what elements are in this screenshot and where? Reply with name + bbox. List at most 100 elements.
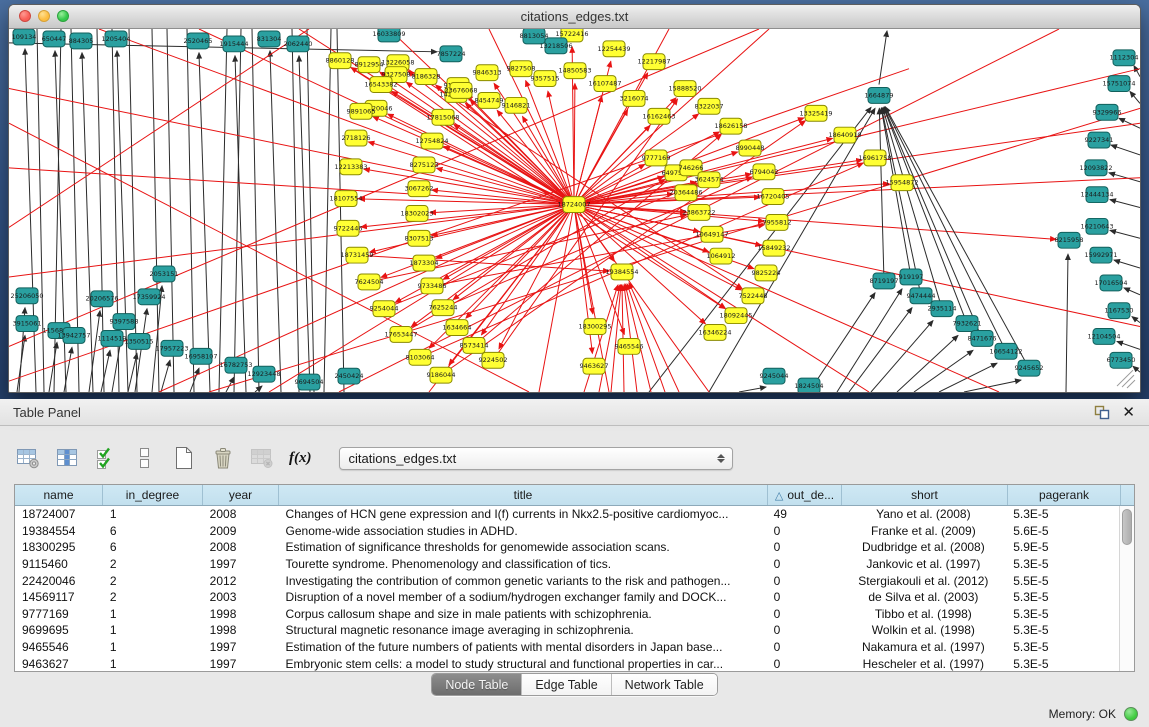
graph-node[interactable]: 3067262 bbox=[405, 181, 434, 197]
graph-node[interactable]: 9227341 bbox=[1085, 132, 1114, 148]
column-header-out_de[interactable]: △out_de... bbox=[768, 485, 842, 505]
column-visibility-button[interactable] bbox=[53, 444, 81, 472]
graph-node[interactable]: 9245044 bbox=[760, 368, 789, 384]
graph-node[interactable]: 17653447 bbox=[384, 327, 417, 343]
graph-node[interactable]: 650447 bbox=[42, 31, 67, 47]
graph-node[interactable]: 2718126 bbox=[342, 130, 371, 146]
graph-node[interactable]: 7932621 bbox=[953, 316, 982, 332]
graph-node[interactable]: 10649147 bbox=[695, 226, 728, 242]
graph-node[interactable]: 8103064 bbox=[406, 349, 435, 365]
tab-edge-table[interactable]: Edge Table bbox=[522, 674, 611, 695]
graph-node[interactable]: 9777169 bbox=[642, 150, 671, 166]
table-type-segmented-control[interactable]: Node TableEdge TableNetwork Table bbox=[431, 673, 717, 696]
graph-node[interactable]: 1915444 bbox=[220, 36, 249, 52]
graph-node[interactable]: 9474444 bbox=[907, 288, 936, 304]
graph-node[interactable]: 9694504 bbox=[295, 374, 324, 390]
graph-node[interactable]: 12217987 bbox=[637, 54, 670, 70]
graph-node[interactable]: 12444134 bbox=[1080, 187, 1113, 203]
graph-node[interactable]: 1350515 bbox=[125, 333, 154, 349]
graph-node[interactable]: 7624504 bbox=[355, 274, 384, 290]
graph-node[interactable]: 3624574 bbox=[695, 172, 724, 188]
graph-node[interactable]: 7857224 bbox=[437, 46, 466, 62]
graph-node[interactable]: 2520465 bbox=[184, 33, 213, 49]
graph-node[interactable]: 18626158 bbox=[714, 118, 747, 134]
graph-node[interactable]: 18107554 bbox=[329, 191, 362, 207]
graph-node[interactable]: 1167530 bbox=[1105, 303, 1134, 319]
graph-node[interactable]: 8186328 bbox=[412, 69, 441, 85]
graph-node[interactable]: 16162463 bbox=[642, 108, 675, 124]
graph-node[interactable]: 23863722 bbox=[682, 205, 715, 221]
graph-node[interactable]: 15992971 bbox=[1084, 247, 1117, 263]
graph-node[interactable]: 16210643 bbox=[1080, 218, 1113, 234]
new-table-button[interactable] bbox=[170, 444, 198, 472]
graph-node[interactable]: 1205404 bbox=[102, 31, 131, 47]
column-header-short[interactable]: short bbox=[842, 485, 1008, 505]
graph-node[interactable]: 14850583 bbox=[558, 63, 591, 79]
tab-network-table[interactable]: Network Table bbox=[612, 674, 717, 695]
graph-node[interactable]: 7625244 bbox=[429, 300, 458, 316]
table-header-row[interactable]: namein_degreeyeartitle△out_de...shortpag… bbox=[15, 485, 1134, 506]
graph-node[interactable]: 9329966 bbox=[1093, 104, 1122, 120]
column-header-pagerank[interactable]: pagerank bbox=[1008, 485, 1121, 505]
column-header-name[interactable]: name bbox=[15, 485, 103, 505]
float-panel-icon[interactable] bbox=[1094, 405, 1110, 420]
table-settings-button[interactable] bbox=[14, 444, 42, 472]
network-canvas[interactable]: 1872400788601288912954132260589327508165… bbox=[9, 29, 1140, 392]
function-builder-icon[interactable]: f(x) bbox=[289, 450, 312, 467]
graph-node[interactable]: 1112304 bbox=[1110, 50, 1139, 66]
graph-node[interactable]: 8990448 bbox=[736, 140, 765, 156]
graph-node[interactable]: 1114519 bbox=[98, 331, 127, 347]
graph-node[interactable]: 16961758 bbox=[858, 150, 891, 166]
table-mode-button[interactable] bbox=[131, 444, 159, 472]
graph-node[interactable]: 2450424 bbox=[335, 368, 364, 384]
graph-node[interactable]: 15751074 bbox=[1102, 76, 1135, 92]
row-selection-button[interactable] bbox=[92, 444, 120, 472]
graph-node[interactable]: 8454749 bbox=[475, 92, 504, 108]
graph-node[interactable]: 9722446 bbox=[334, 220, 363, 236]
graph-node[interactable]: 12254439 bbox=[597, 41, 630, 57]
table-row[interactable]: 1830029562008Estimation of significance … bbox=[15, 539, 1119, 556]
graph-node[interactable]: 1664879 bbox=[865, 88, 894, 104]
graph-node[interactable]: 9397588 bbox=[110, 314, 139, 330]
graph-node[interactable]: 9245652 bbox=[1015, 360, 1044, 376]
delete-entry-trash-button[interactable] bbox=[209, 444, 237, 472]
graph-node[interactable]: 16346224 bbox=[698, 325, 731, 341]
table-source-dropdown[interactable]: citations_edges.txt bbox=[339, 447, 733, 470]
network-graph[interactable]: 1872400788601288912954132260589327508165… bbox=[9, 29, 1140, 392]
graph-node[interactable]: 8215958 bbox=[1055, 232, 1084, 248]
graph-node[interactable]: 109134 bbox=[12, 29, 37, 45]
graph-node[interactable]: 9733486 bbox=[418, 278, 447, 294]
graph-node[interactable]: 8307513 bbox=[405, 230, 434, 246]
minimize-window-button[interactable] bbox=[38, 10, 50, 22]
table-row[interactable]: 2242004622012Investigating the contribut… bbox=[15, 572, 1119, 589]
graph-node[interactable]: 8471676 bbox=[968, 331, 997, 347]
table-row[interactable]: 977716911998Corpus callosum shape and si… bbox=[15, 606, 1119, 623]
tab-node-table[interactable]: Node Table bbox=[432, 674, 522, 695]
table-body[interactable]: 1872400712008Changes of HCN gene express… bbox=[15, 506, 1119, 671]
graph-node[interactable]: 3915061 bbox=[13, 316, 42, 332]
column-header-in_degree[interactable]: in_degree bbox=[103, 485, 203, 505]
scrollbar-thumb[interactable] bbox=[1122, 509, 1132, 545]
graph-node[interactable]: 18731459 bbox=[340, 247, 373, 263]
table-row[interactable]: 911546021997Tourette syndrome. Phenomeno… bbox=[15, 556, 1119, 573]
graph-node[interactable]: 8275123 bbox=[410, 157, 439, 173]
graph-node[interactable]: 6794042 bbox=[750, 164, 779, 180]
table-row[interactable]: 946362711997Embryonic stem cells: a mode… bbox=[15, 655, 1119, 672]
graph-node[interactable]: 7522448 bbox=[739, 288, 768, 304]
graph-node[interactable]: 16720405 bbox=[756, 189, 789, 205]
graph-node[interactable]: 1873304 bbox=[410, 255, 439, 271]
table-row[interactable]: 946554611997Estimation of the future num… bbox=[15, 639, 1119, 656]
graph-node[interactable]: 2053151 bbox=[150, 266, 179, 282]
graph-node[interactable]: 8573414 bbox=[460, 337, 489, 353]
table-vertical-scrollbar[interactable] bbox=[1119, 506, 1134, 671]
close-panel-icon[interactable]: ✕ bbox=[1122, 405, 1135, 420]
graph-node[interactable]: 12104504 bbox=[1087, 329, 1120, 345]
graph-node[interactable]: 9186044 bbox=[427, 367, 456, 383]
graph-node[interactable]: 12093822 bbox=[1079, 160, 1112, 176]
graph-node[interactable]: 12754824 bbox=[415, 133, 448, 149]
zoom-window-button[interactable] bbox=[57, 10, 69, 22]
graph-node[interactable]: 831304 bbox=[257, 31, 282, 47]
graph-node[interactable]: 8912954 bbox=[355, 57, 384, 73]
graph-node[interactable]: 1824504 bbox=[795, 378, 824, 392]
graph-node[interactable]: 1064912 bbox=[707, 248, 736, 264]
